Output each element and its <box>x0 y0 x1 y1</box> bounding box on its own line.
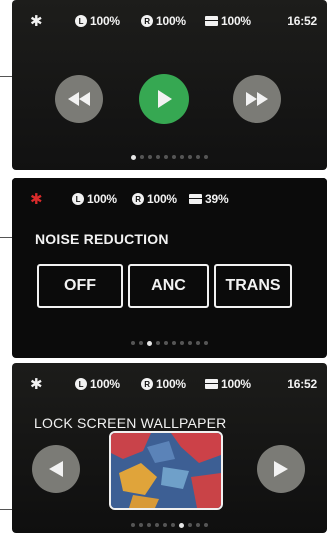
previous-wallpaper-button[interactable] <box>32 445 80 493</box>
page-dot <box>196 523 200 527</box>
page-dot <box>188 523 192 527</box>
page-dot <box>164 155 168 159</box>
right-earbud-battery: R 100% <box>132 192 177 206</box>
page-dot <box>147 523 151 527</box>
right-battery-pct: 100% <box>156 377 186 391</box>
page-dot <box>164 341 168 345</box>
page-dot <box>172 155 176 159</box>
mode-off-button[interactable]: OFF <box>37 264 123 308</box>
wallpaper-image <box>111 433 221 508</box>
rewind-icon <box>68 92 90 106</box>
page-dot <box>131 341 135 345</box>
status-bar: ✱ L 100% R 100% 39% <box>12 178 327 220</box>
page-dot-active <box>131 154 136 160</box>
page-dot <box>196 155 200 159</box>
right-earbud-icon: R <box>141 378 153 390</box>
page-dot <box>163 523 167 527</box>
right-battery-pct: 100% <box>156 14 186 28</box>
clock: 16:52 <box>287 14 317 28</box>
page-dot <box>204 155 208 159</box>
page-dot <box>156 341 160 345</box>
left-earbud-battery: L 100% <box>75 14 120 28</box>
page-indicator <box>12 154 327 160</box>
play-icon <box>158 90 172 108</box>
page-dot <box>155 523 159 527</box>
page-indicator <box>12 522 327 528</box>
left-battery-pct: 100% <box>90 377 120 391</box>
clock: 16:52 <box>287 377 317 391</box>
left-earbud-icon: L <box>75 15 87 27</box>
bluetooth-icon: ✱ <box>30 191 43 208</box>
fast-forward-button[interactable] <box>233 75 281 123</box>
page-dot <box>139 523 143 527</box>
mode-trans-button[interactable]: TRANS <box>214 264 292 308</box>
fast-forward-icon <box>246 92 268 106</box>
rewind-button[interactable] <box>55 75 103 123</box>
page-title: LOCK SCREEN WALLPAPER <box>34 415 227 431</box>
right-battery-pct: 100% <box>147 192 177 206</box>
page-dot <box>180 341 184 345</box>
case-battery: 39% <box>189 192 229 206</box>
left-earbud-battery: L 100% <box>72 192 117 206</box>
left-earbud-battery: L 100% <box>75 377 120 391</box>
left-battery-pct: 100% <box>90 14 120 28</box>
page-dot <box>131 523 135 527</box>
lock-wallpaper-screen: ✱ L 100% R 100% 100% 16:52 LOCK SCREEN W… <box>12 363 327 533</box>
bluetooth-icon: ✱ <box>30 13 43 30</box>
right-earbud-battery: R 100% <box>141 14 186 28</box>
page-dot <box>204 341 208 345</box>
page-dot-active <box>179 522 184 528</box>
right-earbud-icon: R <box>132 193 144 205</box>
left-battery-pct: 100% <box>87 192 117 206</box>
page-dot <box>180 155 184 159</box>
status-bar: ✱ L 100% R 100% 100% 16:52 <box>12 0 327 42</box>
play-button[interactable] <box>139 74 189 124</box>
page-title: NOISE REDUCTION <box>35 231 169 247</box>
right-earbud-battery: R 100% <box>141 377 186 391</box>
page-dot <box>172 341 176 345</box>
page-dot <box>204 523 208 527</box>
page-dot <box>196 341 200 345</box>
case-battery-pct: 39% <box>205 192 229 206</box>
case-battery-pct: 100% <box>221 377 251 391</box>
bluetooth-icon: ✱ <box>30 376 43 393</box>
case-battery: 100% <box>205 377 251 391</box>
left-earbud-icon: L <box>75 378 87 390</box>
page-dot-active <box>147 340 152 346</box>
left-earbud-icon: L <box>72 193 84 205</box>
page-dot <box>140 155 144 159</box>
case-battery-icon <box>205 379 218 389</box>
page-dot <box>188 341 192 345</box>
noise-reduction-full: ✱ L 100% R 100% 39% NOISE REDUCTION OFF … <box>12 178 327 358</box>
wallpaper-preview[interactable] <box>109 431 223 510</box>
case-battery: 100% <box>205 14 251 28</box>
case-battery-icon <box>205 16 218 26</box>
page-indicator <box>12 340 327 346</box>
page-dot <box>148 155 152 159</box>
chevron-left-icon <box>49 461 63 477</box>
page-dot <box>188 155 192 159</box>
page-dot <box>139 341 143 345</box>
case-battery-icon <box>189 194 202 204</box>
case-battery-pct: 100% <box>221 14 251 28</box>
media-control-screen: ✱ L 100% R 100% 100% 16:52 <box>12 0 327 170</box>
page-dot <box>171 523 175 527</box>
chevron-right-icon <box>274 461 288 477</box>
status-bar: ✱ L 100% R 100% 100% 16:52 <box>12 363 327 405</box>
right-earbud-icon: R <box>141 15 153 27</box>
mode-anc-button[interactable]: ANC <box>128 264 209 308</box>
page-dot <box>156 155 160 159</box>
next-wallpaper-button[interactable] <box>257 445 305 493</box>
